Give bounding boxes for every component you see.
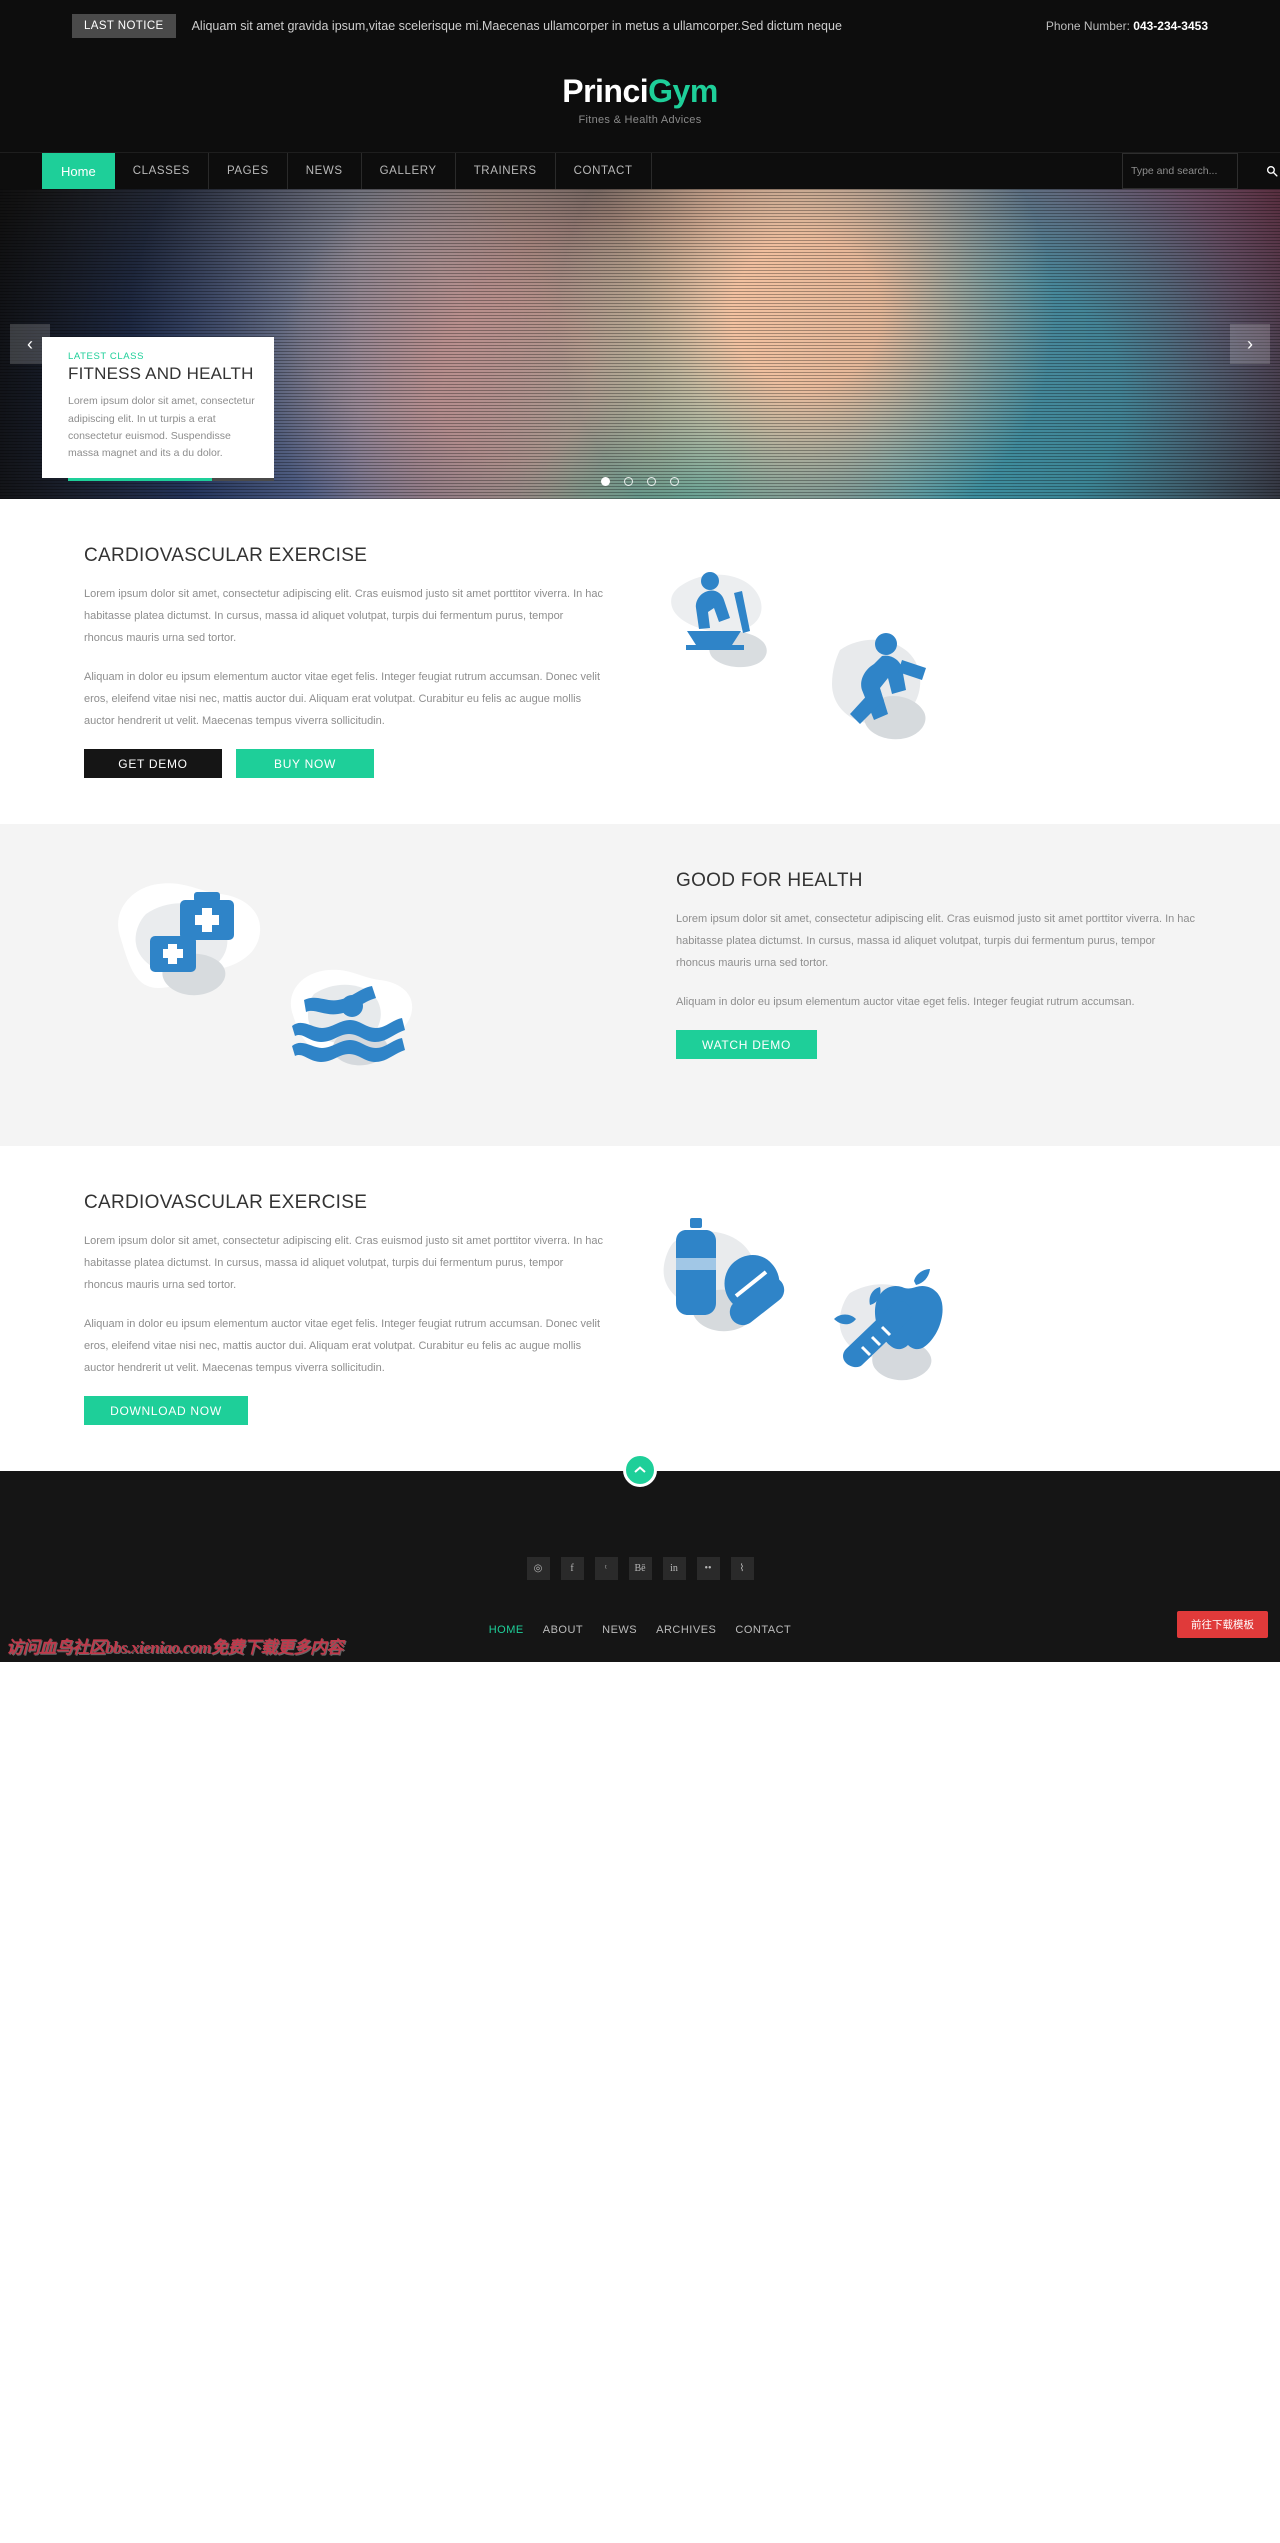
caption-kicker: LATEST CLASS xyxy=(68,351,145,363)
climbing-person-icon xyxy=(794,600,964,765)
site-footer: ◎ f ᵗ Bē in •• ⌇ HOME ABOUT NEWS ARCHIVE… xyxy=(0,1471,1280,1663)
social-links: ◎ f ᵗ Bē in •• ⌇ xyxy=(0,1557,1280,1581)
nav-item-pages[interactable]: PAGES xyxy=(209,153,288,190)
nav-item-home[interactable]: Home xyxy=(42,153,115,190)
water-bottle-pills-icon xyxy=(624,1192,814,1367)
notice-text: Aliquam sit amet gravida ipsum,vitae sce… xyxy=(191,19,842,33)
footer-link-home[interactable]: HOME xyxy=(489,1624,524,1636)
phone-label: Phone Number: xyxy=(1045,19,1130,33)
site-logo[interactable]: PrinciGym xyxy=(0,73,1280,109)
hero-caption-card: LATEST CLASS FITNESS AND HEALTH Lorem ip… xyxy=(42,337,274,482)
section-two-buttons: WATCH DEMO xyxy=(676,1030,1196,1060)
main-navigation: Home CLASSES PAGES NEWS GALLERY TRAINERS… xyxy=(0,152,1280,190)
section-one-artwork xyxy=(604,545,1196,775)
section-two-paragraph-2: Aliquam in dolor eu ipsum elementum auct… xyxy=(676,996,1135,1009)
brand-header: PrinciGym Fitnes & Health Advices xyxy=(0,52,1280,153)
dribbble-icon[interactable]: ◎ xyxy=(526,1557,550,1581)
slider-dot-2[interactable] xyxy=(624,477,633,487)
slider-dot-1[interactable] xyxy=(601,477,610,487)
facebook-icon[interactable]: f xyxy=(560,1557,584,1581)
linkedin-icon[interactable]: in xyxy=(662,1557,686,1581)
nav-items: Home CLASSES PAGES NEWS GALLERY TRAINERS… xyxy=(42,153,652,190)
section-cardiovascular-two: CARDIOVASCULAR EXERCISE Lorem ipsum dolo… xyxy=(0,1146,1280,1471)
section-cardiovascular-one: CARDIOVASCULAR EXERCISE Lorem ipsum dolo… xyxy=(0,499,1280,824)
section-three-text: CARDIOVASCULAR EXERCISE Lorem ipsum dolo… xyxy=(84,1192,604,1426)
section-one-buttons: GET DEMO BUY NOW xyxy=(84,749,604,779)
section-two-artwork xyxy=(84,870,676,1100)
section-three-paragraph-2: Aliquam in dolor eu ipsum elementum auct… xyxy=(84,1318,601,1375)
section-one-paragraph-1: Lorem ipsum dolor sit amet, consectetur … xyxy=(84,588,604,645)
logo-first-part: Princi xyxy=(562,73,649,109)
download-now-button[interactable]: DOWNLOAD NOW xyxy=(84,1396,248,1426)
buy-now-button[interactable]: BUY NOW xyxy=(236,749,374,779)
section-three-title: CARDIOVASCULAR EXERCISE xyxy=(84,1192,368,1214)
section-one-paragraph-2: Aliquam in dolor eu ipsum elementum auct… xyxy=(84,671,601,728)
footer-link-archives[interactable]: ARCHIVES xyxy=(656,1624,716,1636)
behance-icon[interactable]: Bē xyxy=(628,1557,652,1581)
brand-tagline: Fitnes & Health Advices xyxy=(578,114,702,127)
section-two-paragraph-1: Lorem ipsum dolor sit amet, consectetur … xyxy=(676,913,1196,970)
footer-link-news[interactable]: NEWS xyxy=(602,1624,637,1636)
nav-item-gallery[interactable]: GALLERY xyxy=(362,153,456,190)
flickr-icon[interactable]: •• xyxy=(696,1557,720,1581)
top-notice-bar: LAST NOTICE Aliquam sit amet gravida ips… xyxy=(0,0,1280,52)
section-two-title: GOOD FOR HEALTH xyxy=(676,870,863,892)
search-box[interactable] xyxy=(1122,153,1278,190)
slider-next-arrow[interactable]: › xyxy=(1230,324,1270,365)
caption-title: FITNESS AND HEALTH xyxy=(68,364,254,384)
swimmer-icon xyxy=(274,948,434,1083)
section-two-text: GOOD FOR HEALTH Lorem ipsum dolor sit am… xyxy=(676,870,1196,1060)
nav-item-classes[interactable]: CLASSES xyxy=(115,153,209,190)
search-input[interactable] xyxy=(1131,165,1266,178)
section-three-artwork xyxy=(604,1192,1196,1422)
logo-second-part: Gym xyxy=(648,73,718,109)
section-three-paragraph-1: Lorem ipsum dolor sit amet, consectetur … xyxy=(84,1235,604,1292)
section-three-buttons: DOWNLOAD NOW xyxy=(84,1396,604,1426)
twitter-icon[interactable]: ᵗ xyxy=(594,1557,618,1581)
slider-dot-3[interactable] xyxy=(647,477,656,487)
slider-dot-4[interactable] xyxy=(670,477,679,487)
slider-dots xyxy=(0,477,1280,487)
hero-slider: ‹ › LATEST CLASS FITNESS AND HEALTH Lore… xyxy=(0,189,1280,500)
watch-demo-button[interactable]: WATCH DEMO xyxy=(676,1030,817,1060)
section-one-text: CARDIOVASCULAR EXERCISE Lorem ipsum dolo… xyxy=(84,545,604,779)
scroll-to-top-button[interactable] xyxy=(623,1453,657,1488)
download-template-button[interactable]: 前往下载模板 xyxy=(1177,1611,1268,1639)
watermark-text: 访问血鸟社区bbs.xieniao.com免费下载更多内容 xyxy=(6,1638,343,1658)
apple-carrot-icon xyxy=(804,1247,974,1402)
get-demo-button[interactable]: GET DEMO xyxy=(84,749,222,779)
last-notice-badge: LAST NOTICE xyxy=(72,14,176,38)
nav-item-news[interactable]: NEWS xyxy=(288,153,362,190)
rss-icon[interactable]: ⌇ xyxy=(730,1557,754,1581)
section-one-title: CARDIOVASCULAR EXERCISE xyxy=(84,545,368,567)
section-good-for-health: GOOD FOR HEALTH Lorem ipsum dolor sit am… xyxy=(0,824,1280,1147)
search-icon[interactable] xyxy=(1266,165,1278,177)
footer-link-contact[interactable]: CONTACT xyxy=(735,1624,791,1636)
treadmill-runner-icon xyxy=(624,545,814,695)
phone-number: Phone Number: 043-234-3453 xyxy=(1046,19,1208,33)
footer-link-about[interactable]: ABOUT xyxy=(543,1624,583,1636)
first-aid-kit-icon xyxy=(94,870,289,1030)
nav-item-contact[interactable]: CONTACT xyxy=(556,153,652,190)
nav-item-trainers[interactable]: TRAINERS xyxy=(456,153,556,190)
chevron-up-icon xyxy=(634,1466,646,1473)
caption-body: Lorem ipsum dolor sit amet, consectetur … xyxy=(68,395,255,460)
phone-value: 043-234-3453 xyxy=(1133,19,1208,33)
